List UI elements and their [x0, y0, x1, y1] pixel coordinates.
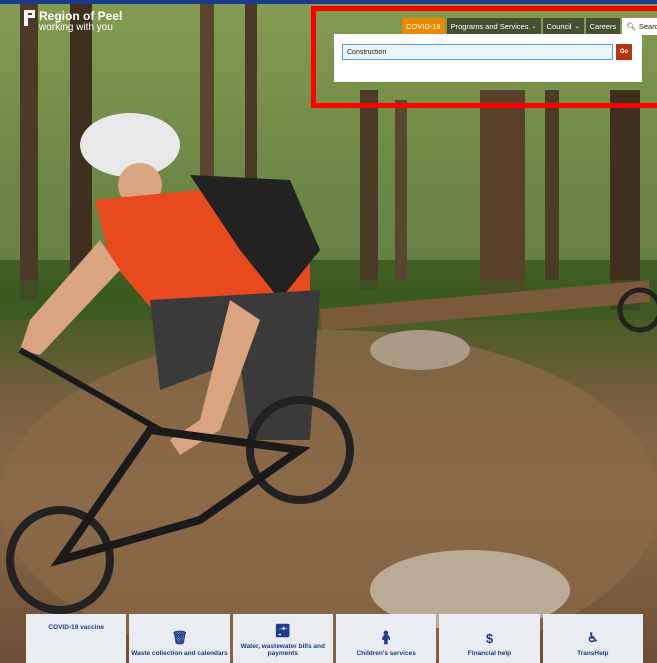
dollar-icon: $ — [485, 631, 494, 646]
faucet-icon: 🚰︎ — [274, 623, 292, 638]
wheelchair-icon: ♿︎ — [586, 630, 599, 645]
tile-waste-collection[interactable]: 🗑︎ Waste collection and calendars — [129, 614, 230, 663]
tile-label: COVID-19 vaccine — [48, 624, 104, 631]
logo-title: Region of Peel — [39, 9, 123, 23]
tile-label: TransHelp — [577, 650, 609, 657]
child-icon: 🧍︎ — [377, 630, 395, 645]
tile-label: Financial help — [467, 650, 512, 657]
peel-logo-icon — [24, 10, 35, 26]
logo-tagline: working with you — [39, 22, 113, 33]
tile-childrens-services[interactable]: 🧍︎ Children's services — [335, 614, 437, 663]
tile-financial-help[interactable]: $ Financial help — [439, 614, 540, 663]
top-accent-bar — [0, 0, 657, 4]
tile-transhelp[interactable]: ♿︎ TransHelp — [542, 614, 643, 663]
tile-covid-vaccine[interactable]: COVID-19 vaccine — [26, 614, 127, 663]
tile-label: Waste collection and calendars — [131, 650, 228, 657]
quick-links: COVID-19 vaccine 🗑︎ Waste collection and… — [26, 614, 643, 663]
highlight-box — [311, 6, 657, 108]
tile-label: Children's services — [356, 650, 416, 657]
tile-water-bills[interactable]: 🚰︎ Water, wastewater bills and payments — [232, 614, 333, 663]
region-of-peel-logo[interactable]: Region of Peel working with you — [24, 10, 122, 33]
trash-bin-icon: 🗑︎ — [171, 630, 188, 645]
tile-label: Water, wastewater bills and payments — [240, 643, 325, 657]
